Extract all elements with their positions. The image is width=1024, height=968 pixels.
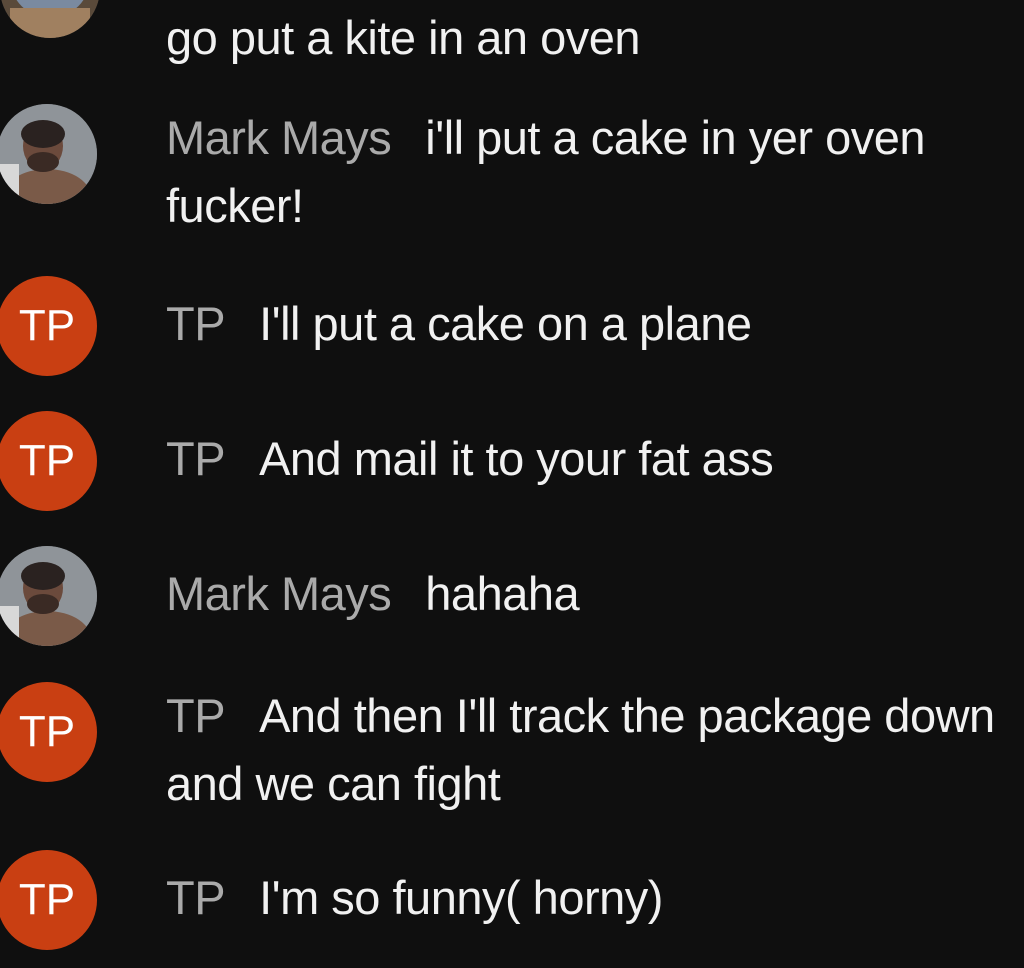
author-name[interactable]: Mark Mays <box>166 111 392 164</box>
avatar[interactable]: TP <box>0 682 97 782</box>
message-content: Mark Mays hahaha <box>166 560 1006 628</box>
message-content: TP I'll put a cake on a plane <box>166 290 1006 358</box>
message-content: TP And mail it to your fat ass <box>166 425 1006 493</box>
user-photo-icon <box>0 0 100 38</box>
message-content: go put a kite in an oven <box>166 4 1006 72</box>
avatar[interactable] <box>0 0 100 38</box>
message-content: TP And then I'll track the package down a… <box>166 682 1006 818</box>
chat-message: go put a kite in an oven <box>0 0 1024 80</box>
message-content: Mark Mays i'll put a cake in yer oven fuc… <box>166 104 1006 240</box>
avatar[interactable]: TP <box>0 276 97 376</box>
avatar[interactable]: TP <box>0 411 97 511</box>
message-text: And then I'll track the package down and… <box>166 689 995 810</box>
live-chat-feed: go put a kite in an oven Mark Mays i'll p… <box>0 0 1024 968</box>
avatar[interactable] <box>0 546 97 646</box>
author-name[interactable]: TP <box>166 432 226 485</box>
avatar[interactable] <box>0 104 97 204</box>
message-content: TP I'm so funny( horny) <box>166 864 1006 932</box>
message-text: go put a kite in an oven <box>166 11 641 64</box>
message-text: I'll put a cake on a plane <box>259 297 752 350</box>
author-name[interactable]: TP <box>166 871 226 924</box>
message-text: And mail it to your fat ass <box>259 432 774 485</box>
author-name[interactable]: TP <box>166 297 226 350</box>
author-name[interactable]: Mark Mays <box>166 567 392 620</box>
avatar[interactable]: TP <box>0 850 97 950</box>
user-photo-icon <box>0 546 97 646</box>
message-text: I'm so funny( horny) <box>259 871 663 924</box>
user-photo-icon <box>0 104 97 204</box>
message-text: hahaha <box>425 567 580 620</box>
author-name[interactable]: TP <box>166 689 226 742</box>
